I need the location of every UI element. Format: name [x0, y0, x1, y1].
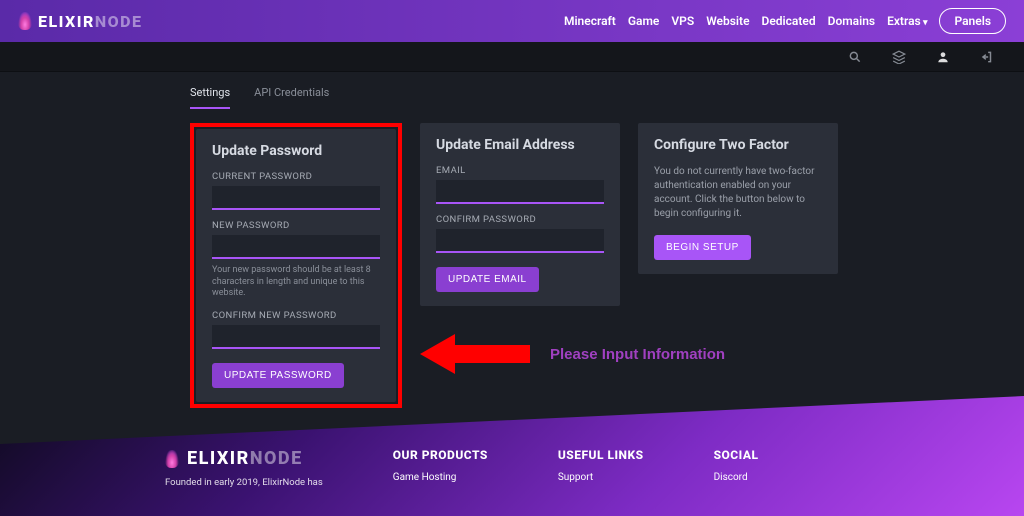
card-title: Configure Two Factor	[654, 137, 822, 153]
confirm-password-label: CONFIRM NEW PASSWORD	[212, 310, 380, 321]
nav-links: Minecraft Game VPS Website Dedicated Dom…	[564, 8, 1006, 34]
highlight-annotation-box: Update Password CURRENT PASSWORD NEW PAS…	[190, 123, 402, 408]
confirm-password-input[interactable]	[212, 325, 380, 349]
footer-links-col: USEFUL LINKS Support	[558, 448, 644, 516]
password-hint: Your new password should be at least 8 c…	[212, 265, 380, 300]
arrow-icon	[420, 329, 530, 379]
footer-heading: USEFUL LINKS	[558, 448, 644, 462]
annotation-text: Please Input Information	[550, 346, 725, 363]
footer-heading: OUR PRODUCTS	[393, 448, 488, 462]
top-navbar: ELIXIRNODE Minecraft Game VPS Website De…	[0, 0, 1024, 42]
brand-logo[interactable]: ELIXIRNODE	[18, 12, 142, 31]
nav-extras[interactable]: Extras	[887, 14, 927, 28]
nav-vps[interactable]: VPS	[671, 14, 694, 28]
annotation: Please Input Information	[420, 329, 725, 379]
footer-link[interactable]: Game Hosting	[393, 472, 488, 483]
new-password-input[interactable]	[212, 235, 380, 259]
email-confirm-password-input[interactable]	[436, 229, 604, 253]
main-content: Update Password CURRENT PASSWORD NEW PAS…	[0, 109, 1024, 408]
nav-minecraft[interactable]: Minecraft	[564, 14, 616, 28]
current-password-label: CURRENT PASSWORD	[212, 171, 380, 182]
update-password-card: Update Password CURRENT PASSWORD NEW PAS…	[196, 129, 396, 402]
panels-button[interactable]: Panels	[939, 8, 1006, 34]
flame-icon	[165, 450, 179, 468]
card-title: Update Email Address	[436, 137, 604, 153]
email-input[interactable]	[436, 180, 604, 204]
secondary-navbar	[0, 42, 1024, 72]
two-factor-description: You do not currently have two-factor aut…	[654, 165, 822, 221]
footer-link[interactable]: Discord	[714, 472, 759, 483]
logout-icon[interactable]	[980, 50, 994, 64]
footer-link[interactable]: Support	[558, 472, 644, 483]
flame-icon	[18, 12, 32, 30]
layers-icon[interactable]	[892, 50, 906, 64]
nav-game[interactable]: Game	[628, 14, 660, 28]
nav-domains[interactable]: Domains	[828, 14, 875, 28]
update-email-card: Update Email Address EMAIL CONFIRM PASSW…	[420, 123, 620, 306]
tab-settings[interactable]: Settings	[190, 80, 230, 109]
account-tabs: Settings API Credentials	[0, 72, 1024, 109]
footer-heading: SOCIAL	[714, 448, 759, 462]
card-title: Update Password	[212, 143, 380, 159]
nav-dedicated[interactable]: Dedicated	[762, 14, 816, 28]
footer-brand-text: ELIXIRNODE	[187, 448, 303, 469]
footer-products-col: OUR PRODUCTS Game Hosting	[393, 448, 488, 516]
search-icon[interactable]	[848, 50, 862, 64]
user-icon[interactable]	[936, 50, 950, 64]
brand-text: ELIXIRNODE	[38, 12, 142, 31]
confirm-password-label: CONFIRM PASSWORD	[436, 214, 604, 225]
update-email-button[interactable]: UPDATE EMAIL	[436, 267, 539, 292]
current-password-input[interactable]	[212, 186, 380, 210]
update-password-button[interactable]: UPDATE PASSWORD	[212, 363, 344, 388]
footer-brand-col: ELIXIRNODE Founded in early 2019, Elixir…	[165, 448, 323, 516]
nav-website[interactable]: Website	[706, 14, 749, 28]
footer-social-col: SOCIAL Discord	[714, 448, 759, 516]
footer: ELIXIRNODE Founded in early 2019, Elixir…	[0, 396, 1024, 516]
tab-api-credentials[interactable]: API Credentials	[254, 80, 329, 109]
begin-setup-button[interactable]: BEGIN SETUP	[654, 235, 751, 260]
footer-brand-description: Founded in early 2019, ElixirNode has	[165, 477, 323, 488]
new-password-label: NEW PASSWORD	[212, 220, 380, 231]
email-label: EMAIL	[436, 165, 604, 176]
two-factor-card: Configure Two Factor You do not currentl…	[638, 123, 838, 274]
